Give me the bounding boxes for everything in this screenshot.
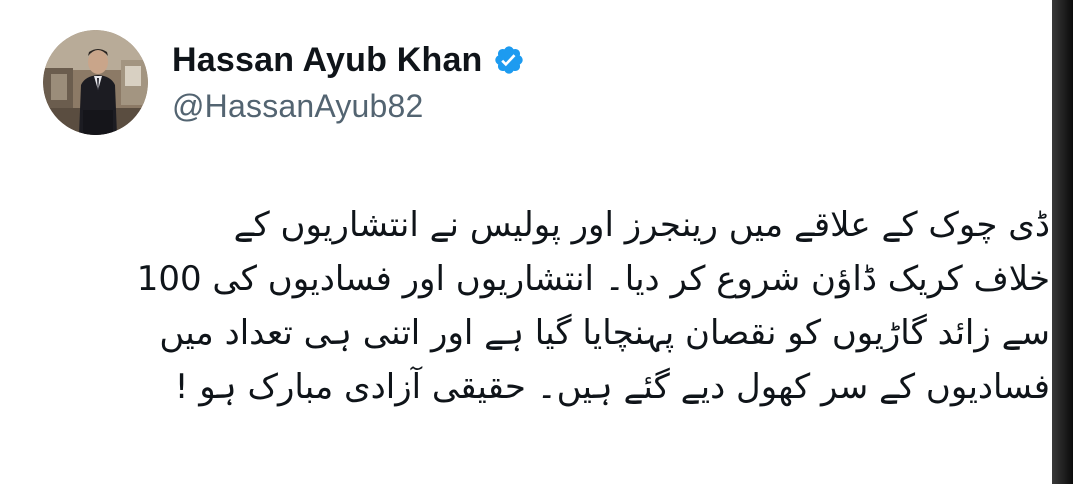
verified-badge-icon xyxy=(493,44,525,76)
tweet-line: ڈی چوک کے علاقے میں رینجرز اور پولیس نے … xyxy=(233,205,1050,245)
avatar[interactable] xyxy=(43,30,148,135)
screen-edge xyxy=(1052,0,1073,484)
tweet-header: Hassan Ayub Khan @HassanAyub82 xyxy=(43,30,525,135)
display-name-row: Hassan Ayub Khan xyxy=(172,41,525,80)
tweet-line: فسادیوں کے سر کھول دیے گئے ہیں۔ حقیقی آز… xyxy=(174,367,1050,407)
tweet-line: خلاف کریک ڈاؤن شروع کر دیا۔ انتشاریوں او… xyxy=(136,259,1050,299)
profile-photo xyxy=(43,30,148,135)
author-handle[interactable]: @HassanAyub82 xyxy=(172,88,525,125)
author-display-name[interactable]: Hassan Ayub Khan xyxy=(172,41,483,80)
tweet-line: سے زائد گاڑیوں کو نقصان پہنچایا گیا ہے ا… xyxy=(159,313,1050,353)
author-names: Hassan Ayub Khan @HassanAyub82 xyxy=(172,41,525,125)
tweet-card: Hassan Ayub Khan @HassanAyub82 ڈی چوک کے… xyxy=(0,0,1052,484)
tweet-text: ڈی چوک کے علاقے میں رینجرز اور پولیس نے … xyxy=(60,198,1050,414)
